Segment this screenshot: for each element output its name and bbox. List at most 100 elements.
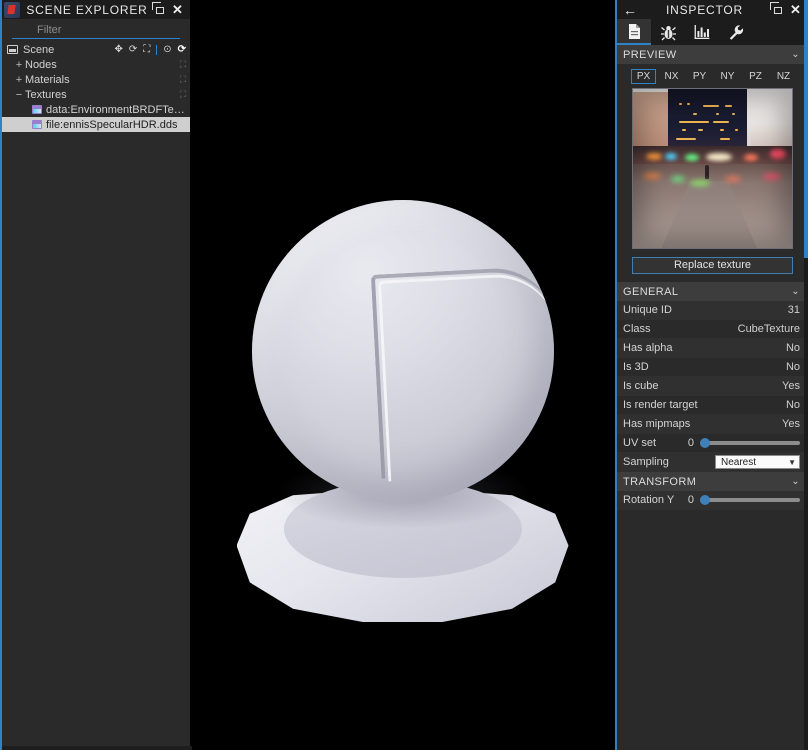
face-button-nx[interactable]: NX [659, 69, 684, 84]
inspector-panel: ← INSPECTOR ✕ PREVIEW ⌄ PX NX PY NY PZ N… [615, 0, 808, 750]
close-icon[interactable]: ✕ [172, 3, 183, 16]
refresh-icon[interactable]: ⟳ [178, 44, 186, 55]
slider-thumb[interactable] [700, 438, 710, 448]
property-row-is-render-target: Is render target No [617, 396, 808, 415]
property-label: Has mipmaps [623, 418, 691, 430]
property-label: Class [623, 323, 651, 335]
property-row-uv-set: UV set 0 [617, 434, 808, 453]
chart-icon [694, 25, 710, 39]
property-row-is-3d: Is 3D No [617, 358, 808, 377]
section-header-preview[interactable]: PREVIEW ⌄ [617, 45, 808, 64]
position-gizmo-icon[interactable]: ✥ [114, 44, 122, 55]
chevron-down-icon[interactable]: ⌄ [791, 286, 800, 297]
section-title-general: GENERAL [623, 285, 679, 298]
property-value: Yes [782, 380, 800, 392]
tree-label-environment-brdf-texture: data:EnvironmentBRDFTexture [46, 103, 186, 116]
expander-icon[interactable]: + [13, 59, 25, 71]
rotation-y-slider[interactable] [700, 495, 800, 505]
inspector-tabs [617, 19, 808, 45]
section-header-general[interactable]: GENERAL ⌄ [617, 282, 808, 301]
tree-label-scene: Scene [23, 43, 55, 56]
face-button-nz[interactable]: NZ [771, 69, 796, 84]
tree-label-ennis-specular-hdr: file:ennisSpecularHDR.dds [46, 118, 178, 131]
chevron-down-icon[interactable]: ⌄ [791, 49, 800, 60]
rotation-y-value: 0 [687, 494, 694, 506]
scene-icon [7, 45, 18, 54]
cube-face-selector: PX NX PY NY PZ NZ [617, 64, 808, 88]
uv-set-slider[interactable] [700, 438, 800, 448]
tree-row-ennis-specular-hdr[interactable]: file:ennisSpecularHDR.dds [2, 117, 190, 132]
3d-render-viewport[interactable] [190, 0, 615, 750]
texture-preview-image[interactable] [632, 88, 793, 249]
collapse-icon[interactable]: − [13, 89, 25, 101]
wrench-icon [729, 24, 743, 40]
scale-gizmo-icon[interactable]: ⛶ [180, 89, 186, 100]
property-value: Yes [782, 418, 800, 430]
property-label: Is cube [623, 380, 659, 392]
property-label: Sampling [623, 456, 669, 468]
tree-row-environment-brdf-texture[interactable]: data:EnvironmentBRDFTexture [2, 102, 190, 117]
property-label: Is 3D [623, 361, 649, 373]
chevron-down-icon[interactable]: ⌄ [791, 476, 800, 487]
scene-gizmo-tools: ✥ ⟳ ⛶ ⊙ ⟳ [114, 44, 186, 55]
section-header-transform[interactable]: TRANSFORM ⌄ [617, 472, 808, 491]
replace-texture-button[interactable]: Replace texture [632, 257, 793, 274]
slider-thumb[interactable] [700, 495, 710, 505]
property-value: No [785, 399, 800, 411]
property-label: UV set [623, 437, 657, 449]
face-button-ny[interactable]: NY [715, 69, 740, 84]
tab-statistics[interactable] [685, 19, 719, 45]
rotation-gizmo-icon[interactable]: ⟳ [129, 44, 137, 55]
inspector-body: PREVIEW ⌄ PX NX PY NY PZ NZ Replace text… [617, 45, 808, 750]
property-label: Rotation Y [623, 494, 675, 506]
scale-gizmo-icon[interactable]: ⛶ [180, 59, 186, 70]
property-value: 31 [787, 304, 800, 316]
texture-icon [32, 120, 42, 129]
tree-row-textures[interactable]: − Textures ⛶ [2, 87, 190, 102]
tab-tools[interactable] [719, 19, 753, 45]
popout-icon[interactable] [772, 4, 783, 15]
babylon-logo-icon [4, 1, 20, 18]
section-title-transform: TRANSFORM [623, 475, 697, 488]
tree-row-scene[interactable]: Scene ✥ ⟳ ⛶ ⊙ ⟳ [2, 42, 190, 57]
tab-debug[interactable] [651, 19, 685, 45]
scale-gizmo-icon[interactable]: ⛶ [143, 44, 150, 55]
property-row-is-cube: Is cube Yes [617, 377, 808, 396]
tree-row-nodes[interactable]: + Nodes ⛶ [2, 57, 190, 72]
property-row-class: Class CubeTexture [617, 320, 808, 339]
sphere-seam [252, 200, 554, 502]
popout-icon[interactable] [154, 4, 165, 15]
property-row-has-alpha: Has alpha No [617, 339, 808, 358]
uv-set-value: 0 [687, 437, 694, 449]
caret-down-icon[interactable]: ▼ [788, 458, 796, 467]
close-icon[interactable]: ✕ [790, 3, 801, 16]
toolbar-divider [156, 44, 158, 55]
face-button-px[interactable]: PX [631, 69, 656, 84]
inspector-header: ← INSPECTOR ✕ [617, 0, 808, 19]
property-label: Has alpha [623, 342, 673, 354]
face-button-pz[interactable]: PZ [743, 69, 768, 84]
scene-explorer-title: SCENE EXPLORER [26, 2, 148, 17]
property-value: CubeTexture [737, 323, 800, 335]
tree-row-materials[interactable]: + Materials ⛶ [2, 72, 190, 87]
window-vertical-scrollbar[interactable] [804, 0, 808, 750]
search-input[interactable] [12, 23, 180, 39]
scene-explorer-panel: SCENE EXPLORER ✕ Scene ✥ ⟳ ⛶ ⊙ ⟳ [0, 0, 192, 750]
tree-label-textures: Textures [25, 88, 67, 101]
property-value: No [785, 342, 800, 354]
scene-explorer-hscrollbar[interactable] [2, 746, 192, 750]
material-preview-model [233, 200, 573, 622]
tab-properties[interactable] [617, 19, 651, 45]
scrollbar-thumb[interactable] [804, 0, 808, 258]
scale-gizmo-icon[interactable]: ⛶ [180, 74, 186, 85]
property-row-sampling: Sampling Nearest ▼ [617, 453, 808, 472]
bounding-box-gizmo-icon[interactable]: ⊙ [163, 44, 171, 55]
property-label: Is render target [623, 399, 698, 411]
sampling-select[interactable]: Nearest ▼ [715, 455, 800, 469]
property-row-rotation-y: Rotation Y 0 [617, 491, 808, 510]
scene-tree: Scene ✥ ⟳ ⛶ ⊙ ⟳ + Nodes ⛶ + Materials ⛶ [2, 42, 190, 750]
expander-icon[interactable]: + [13, 74, 25, 86]
filter-row [2, 19, 190, 42]
face-button-py[interactable]: PY [687, 69, 712, 84]
back-arrow-icon[interactable]: ← [623, 3, 637, 17]
